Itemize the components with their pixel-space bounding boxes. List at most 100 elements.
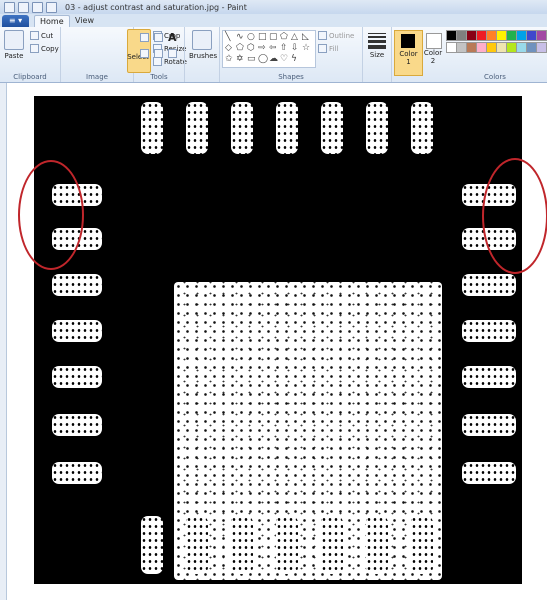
color1-label: Color 1 <box>399 50 418 66</box>
pin-pad <box>411 102 433 154</box>
cut-button[interactable]: Cut <box>30 31 53 40</box>
copy-icon <box>30 44 39 53</box>
heart-shape-icon[interactable]: ♡ <box>280 55 288 64</box>
pin-pad <box>321 516 343 574</box>
color-palette <box>446 30 547 74</box>
outline-button[interactable]: Outline <box>318 31 354 40</box>
paste-button[interactable]: Paste <box>3 30 25 60</box>
redo-icon[interactable] <box>46 1 57 13</box>
color2-label: Color 2 <box>423 49 443 65</box>
pin-pad <box>186 102 208 154</box>
pin-pad <box>462 462 516 484</box>
shapes-group: ╲ ∿ ○ □ ▢ ⬠ △ ◺ ◇ ⬠ ⬡ ⇨ ⇦ ⇧ ⇩ ☆ ✩ ✡ ▭ ◯ … <box>220 27 363 82</box>
brushes-group: Brushes <box>185 27 220 82</box>
pin-pad <box>366 516 388 574</box>
pin-pad <box>52 366 102 388</box>
rectangle-shape-icon[interactable]: □ <box>258 33 267 42</box>
lightning-shape-icon[interactable]: ϟ <box>291 55 297 64</box>
eyedropper-icon <box>154 49 163 58</box>
pencil-tool[interactable] <box>140 33 149 42</box>
oval-shape-icon[interactable]: ○ <box>247 33 255 42</box>
clipboard-group-label: Clipboard <box>13 73 47 81</box>
pin-pad <box>52 414 102 436</box>
eraser-icon <box>140 49 149 58</box>
line-width-icon <box>368 33 386 49</box>
annotation-circle-right <box>482 158 547 274</box>
hexagon-shape-icon[interactable]: ⬡ <box>247 44 255 53</box>
shapes-group-label: Shapes <box>278 73 304 81</box>
thermal-pad <box>174 282 442 580</box>
vertical-ruler <box>0 83 7 600</box>
tab-view[interactable]: View <box>70 15 99 27</box>
palette-swatch[interactable] <box>536 42 547 53</box>
color-picker-tool[interactable] <box>154 49 163 58</box>
clipboard-icon <box>4 30 24 50</box>
pentagon-shape-icon[interactable]: ⬠ <box>236 44 244 53</box>
ribbon: Paste Cut Copy Clipboard Select Crop Res… <box>0 27 547 83</box>
pin-pad <box>52 274 102 296</box>
pin-pad <box>141 102 163 154</box>
five-point-star-shape-icon[interactable]: ✩ <box>225 55 233 64</box>
line-shape-icon[interactable]: ╲ <box>225 33 230 42</box>
paint-menu-button[interactable]: ≡ ▾ <box>2 15 29 27</box>
text-icon: A <box>168 31 177 44</box>
shapes-gallery[interactable]: ╲ ∿ ○ □ ▢ ⬠ △ ◺ ◇ ⬠ ⬡ ⇨ ⇦ ⇧ ⇩ ☆ ✩ ✡ ▭ ◯ … <box>222 30 316 68</box>
pin-pad <box>462 414 516 436</box>
color1-button[interactable]: Color 1 <box>394 30 423 76</box>
window-title: 03 - adjust contrast and saturation.jpg … <box>65 2 247 12</box>
magnifier-icon <box>168 49 177 58</box>
size-button[interactable]: Size <box>366 31 388 59</box>
tools-group: A Tools <box>134 27 185 82</box>
left-arrow-shape-icon[interactable]: ⇦ <box>269 44 277 53</box>
scissors-icon <box>30 31 39 40</box>
ribbon-tabs: ≡ ▾ Home View <box>0 14 547 28</box>
diamond-shape-icon[interactable]: ◇ <box>225 44 232 53</box>
fill-button[interactable]: Fill <box>318 44 338 53</box>
right-triangle-shape-icon[interactable]: ◺ <box>302 33 309 42</box>
annotation-circle-left <box>18 160 84 270</box>
fill-bucket-icon <box>154 33 163 42</box>
down-arrow-shape-icon[interactable]: ⇩ <box>291 44 299 53</box>
pin-pad <box>276 102 298 154</box>
pin-pad <box>231 102 253 154</box>
six-point-star-shape-icon[interactable]: ✡ <box>236 55 244 64</box>
color1-swatch <box>401 34 415 48</box>
pin-pad <box>276 516 298 574</box>
up-arrow-shape-icon[interactable]: ⇧ <box>280 44 288 53</box>
clipboard-group: Paste Cut Copy Clipboard <box>0 27 61 82</box>
fill-tool[interactable] <box>154 33 163 42</box>
pin-pad <box>462 366 516 388</box>
callout-shape-icon[interactable]: ▭ <box>247 55 256 64</box>
pin-pad <box>321 102 343 154</box>
right-arrow-shape-icon[interactable]: ⇨ <box>258 44 266 53</box>
undo-icon[interactable] <box>32 1 43 13</box>
curve-shape-icon[interactable]: ∿ <box>236 33 244 42</box>
palette-swatch[interactable] <box>536 30 547 41</box>
color2-swatch <box>426 33 442 49</box>
cloud-callout-shape-icon[interactable]: ☁ <box>269 55 278 64</box>
magnifier-tool[interactable] <box>168 49 177 58</box>
pin-pad <box>231 516 253 574</box>
title-bar: 03 - adjust contrast and saturation.jpg … <box>0 0 547 14</box>
pin-pad <box>141 516 163 574</box>
paint-app-icon <box>4 1 15 13</box>
copy-button[interactable]: Copy <box>30 44 59 53</box>
oval-callout-shape-icon[interactable]: ◯ <box>258 55 268 64</box>
polygon-shape-icon[interactable]: ⬠ <box>280 33 288 42</box>
pin-pad <box>462 320 516 342</box>
text-tool[interactable]: A <box>168 31 177 44</box>
image-group-label: Image <box>86 73 108 81</box>
triangle-shape-icon[interactable]: △ <box>291 33 298 42</box>
fill-icon <box>318 44 327 53</box>
tools-group-label: Tools <box>150 73 168 81</box>
pin-pad <box>366 102 388 154</box>
brushes-button[interactable]: Brushes <box>189 30 217 60</box>
image-group: Select Crop Resize Rotate Image <box>61 27 187 82</box>
pin-pad <box>186 516 208 574</box>
eraser-tool[interactable] <box>140 49 149 58</box>
colors-group-label: Colors <box>484 73 506 81</box>
pin-pad <box>52 320 102 342</box>
star-shape-icon[interactable]: ☆ <box>302 44 310 53</box>
save-icon[interactable] <box>18 1 29 13</box>
rounded-rectangle-shape-icon[interactable]: ▢ <box>269 33 278 42</box>
